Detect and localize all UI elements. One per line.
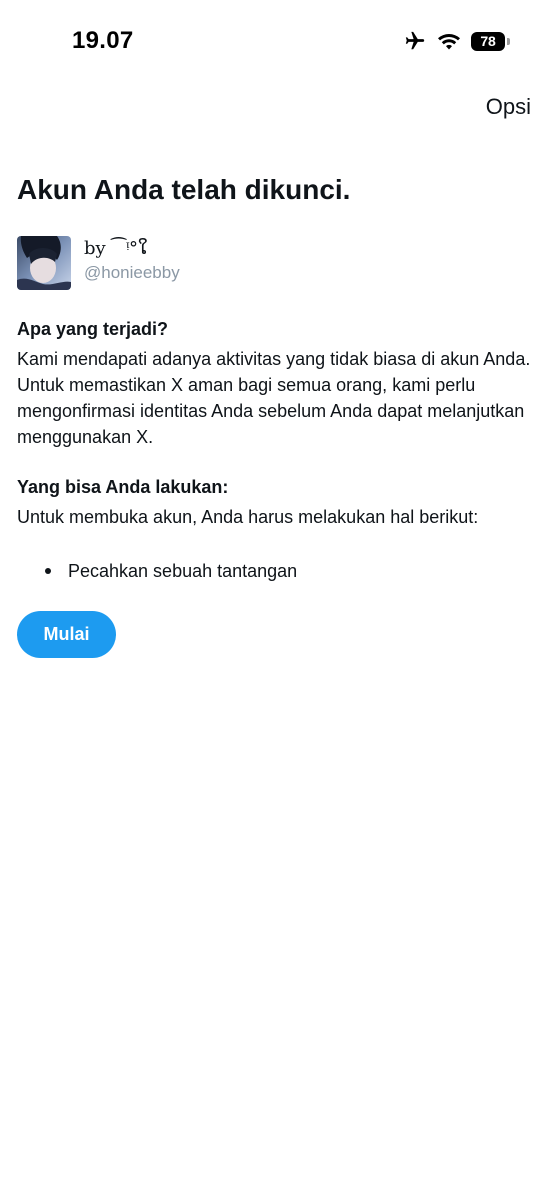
start-button[interactable]: Mulai	[17, 611, 116, 658]
bullet-icon	[45, 568, 51, 574]
battery-cap	[507, 37, 510, 45]
what-you-can-do-section: Yang bisa Anda lakukan: Untuk membuka ak…	[17, 474, 537, 530]
what-happened-heading: Apa yang terjadi?	[17, 319, 169, 339]
what-you-can-do-heading: Yang bisa Anda lakukan:	[17, 477, 229, 497]
options-button[interactable]: Opsi	[486, 94, 531, 120]
list-item-label: Pecahkan sebuah tantangan	[68, 561, 298, 581]
airplane-icon	[403, 30, 427, 52]
page-title: Akun Anda telah dikunci.	[17, 174, 351, 205]
display-name: by ⁀ᵎ°ໃ	[84, 238, 148, 259]
account-text: by ⁀ᵎ°ໃ @honieebby	[84, 236, 180, 284]
status-time: 19.07	[72, 27, 134, 54]
status-bar: 19.07 78	[0, 0, 554, 80]
status-icons: 78	[403, 30, 510, 52]
battery-icon: 78	[471, 31, 510, 51]
avatar	[17, 236, 71, 290]
wifi-icon	[437, 32, 461, 50]
account-info: by ⁀ᵎ°ໃ @honieebby	[17, 236, 180, 290]
battery-level: 78	[471, 31, 505, 51]
what-happened-section: Apa yang terjadi? Kami mendapati adanya …	[17, 316, 537, 450]
requirements-list: Pecahkan sebuah tantangan	[17, 558, 297, 584]
what-happened-body: Kami mendapati adanya aktivitas yang tid…	[17, 349, 531, 447]
list-item: Pecahkan sebuah tantangan	[17, 558, 297, 584]
account-handle: @honieebby	[84, 263, 180, 282]
what-you-can-do-body: Untuk membuka akun, Anda harus melakukan…	[17, 507, 479, 527]
